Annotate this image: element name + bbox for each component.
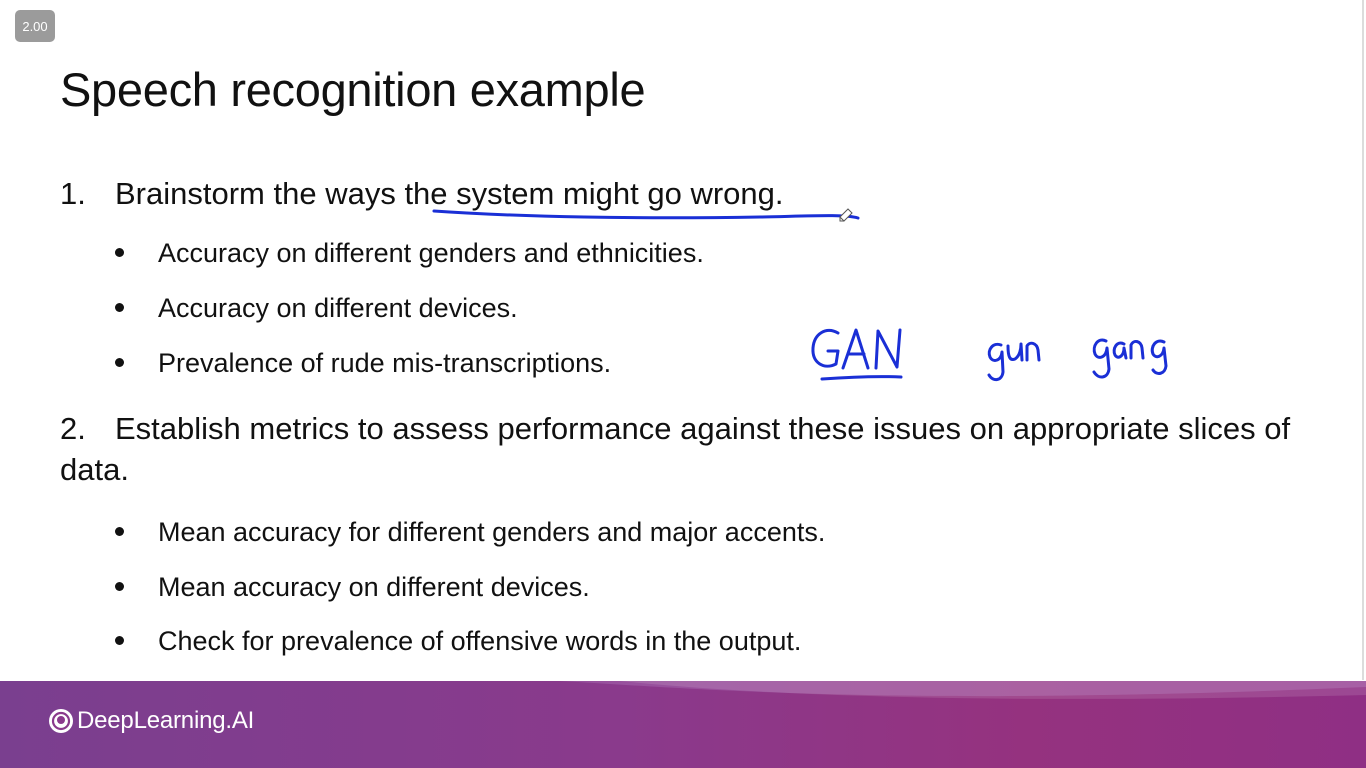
bullet-item: Accuracy on different genders and ethnic…: [115, 236, 704, 270]
item-number: 2.: [60, 411, 86, 446]
slide-edge: [1362, 0, 1364, 680]
pen-cursor-icon: [839, 208, 853, 222]
item-text: Establish metrics to assess performance …: [60, 411, 1291, 487]
bullet-dot: [115, 248, 124, 258]
bullet-dot: [115, 358, 124, 368]
brand-logo-lockup: DeepLearning.AI: [48, 707, 254, 735]
bullet-item: Prevalence of rude mis-transcriptions.: [115, 346, 611, 380]
video-frame: 2.00 Speech recognition example 1. Brains…: [0, 0, 1366, 768]
handwritten-word-gan: [811, 328, 903, 381]
playback-speed-badge[interactable]: 2.00: [15, 10, 55, 42]
item-text-underlined: the system might go wrong.: [404, 176, 784, 211]
numbered-item-2: 2. Establish metrics to assess performanc…: [60, 408, 1300, 490]
bullet-item: Check for prevalence of offensive words …: [115, 624, 801, 658]
item-text: Brainstorm the ways: [115, 176, 405, 211]
brand-name: DeepLearning.AI: [77, 707, 255, 734]
bullet-dot: [115, 527, 124, 537]
bullet-item: Accuracy on different devices.: [115, 291, 518, 325]
slide-title: Speech recognition example: [60, 63, 646, 116]
bullet-dot: [115, 636, 124, 646]
bullet-dot: [115, 582, 124, 592]
handwritten-word-gang: [1092, 338, 1168, 379]
numbered-item-1: 1. Brainstorm the ways the system might g…: [60, 173, 784, 214]
footer-banner: DeepLearning.AI: [0, 681, 1366, 768]
handwritten-word-gun: [987, 341, 1041, 381]
bullet-dot: [115, 303, 124, 313]
item-number: 1.: [60, 176, 86, 211]
bullet-item: Mean accuracy on different devices.: [115, 570, 590, 604]
bullet-item: Mean accuracy for different genders and …: [115, 515, 825, 549]
deeplearning-logo-icon: [49, 709, 73, 733]
